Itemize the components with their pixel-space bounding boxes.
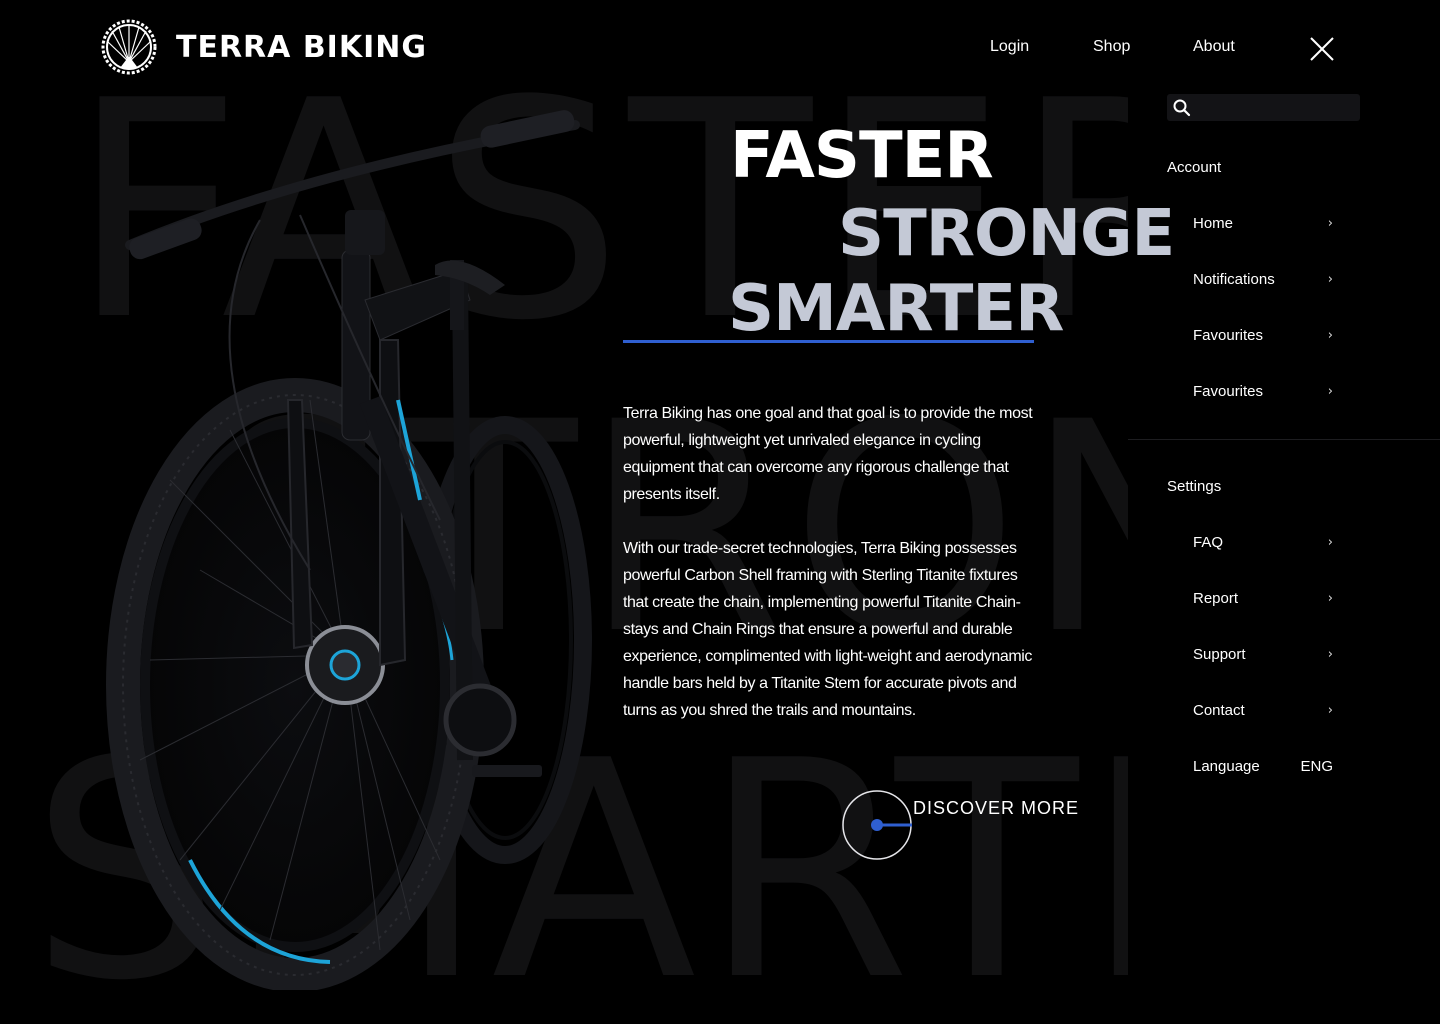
chevron-right-icon: › [1327,271,1333,287]
nav-about-link[interactable]: About [1193,38,1235,56]
brand-name: TERRA BIKING [176,29,427,65]
chevron-right-icon: › [1327,534,1333,550]
chevron-right-icon: › [1327,383,1333,399]
menu-item-label: FAQ [1193,533,1224,551]
headline-underline [623,340,1034,343]
bike-wheel-logo-icon [101,19,157,75]
menu-item-label: Support [1193,645,1246,663]
bicycle-image [106,110,592,990]
chevron-right-icon: › [1327,702,1333,718]
menu-item-label: Contact [1193,701,1245,719]
headline-stronger: STRONGE [838,197,1175,271]
menu-item-label: Notifications [1193,270,1275,288]
discover-more-label: DISCOVER MORE [913,798,1080,818]
discover-more-button[interactable]: DISCOVER MORE [840,788,1080,862]
chevron-right-icon: › [1327,215,1333,231]
language-value: ENG [1300,757,1333,775]
settings-section-title: Settings [1167,478,1222,495]
chevron-right-icon: › [1327,327,1333,343]
chevron-right-icon: › [1327,646,1333,662]
menu-item-label: Favourites [1193,326,1264,344]
chevron-right-icon: › [1327,590,1333,606]
menu-item-faq[interactable]: FAQ › [1193,530,1333,554]
discover-dial-icon [842,790,912,860]
search-bar[interactable] [1167,94,1360,121]
technology-paragraph: With our trade-secret technologies, Terr… [623,540,1033,719]
menu-item-report[interactable]: Report › [1193,586,1333,610]
headline-smarter: SMARTER [728,272,1064,346]
menu-item-home[interactable]: Home › [1193,211,1333,235]
intro-paragraph: Terra Biking has one goal and that goal … [623,405,1033,503]
nav-shop-link[interactable]: Shop [1093,38,1130,56]
headline-faster: FASTER [730,119,994,193]
language-selector[interactable]: Language ENG [1193,754,1333,778]
nav-login-link[interactable]: Login [990,38,1029,56]
panel-divider [1128,439,1440,440]
search-input[interactable] [1198,100,1358,115]
menu-item-favourites-2[interactable]: Favourites › [1193,379,1333,403]
menu-item-contact[interactable]: Contact › [1193,698,1333,722]
menu-item-support[interactable]: Support › [1193,642,1333,666]
menu-item-label: Report [1193,589,1239,607]
search-icon [1173,99,1191,116]
account-section-title: Account [1167,159,1222,176]
brand-logo[interactable]: TERRA BIKING [92,18,427,76]
menu-item-label: Home [1193,214,1234,232]
language-label: Language [1193,757,1260,775]
menu-item-label: Favourites [1193,382,1264,400]
menu-item-notifications[interactable]: Notifications › [1193,267,1333,291]
menu-item-favourites[interactable]: Favourites › [1193,323,1333,347]
close-icon[interactable] [1309,36,1335,62]
